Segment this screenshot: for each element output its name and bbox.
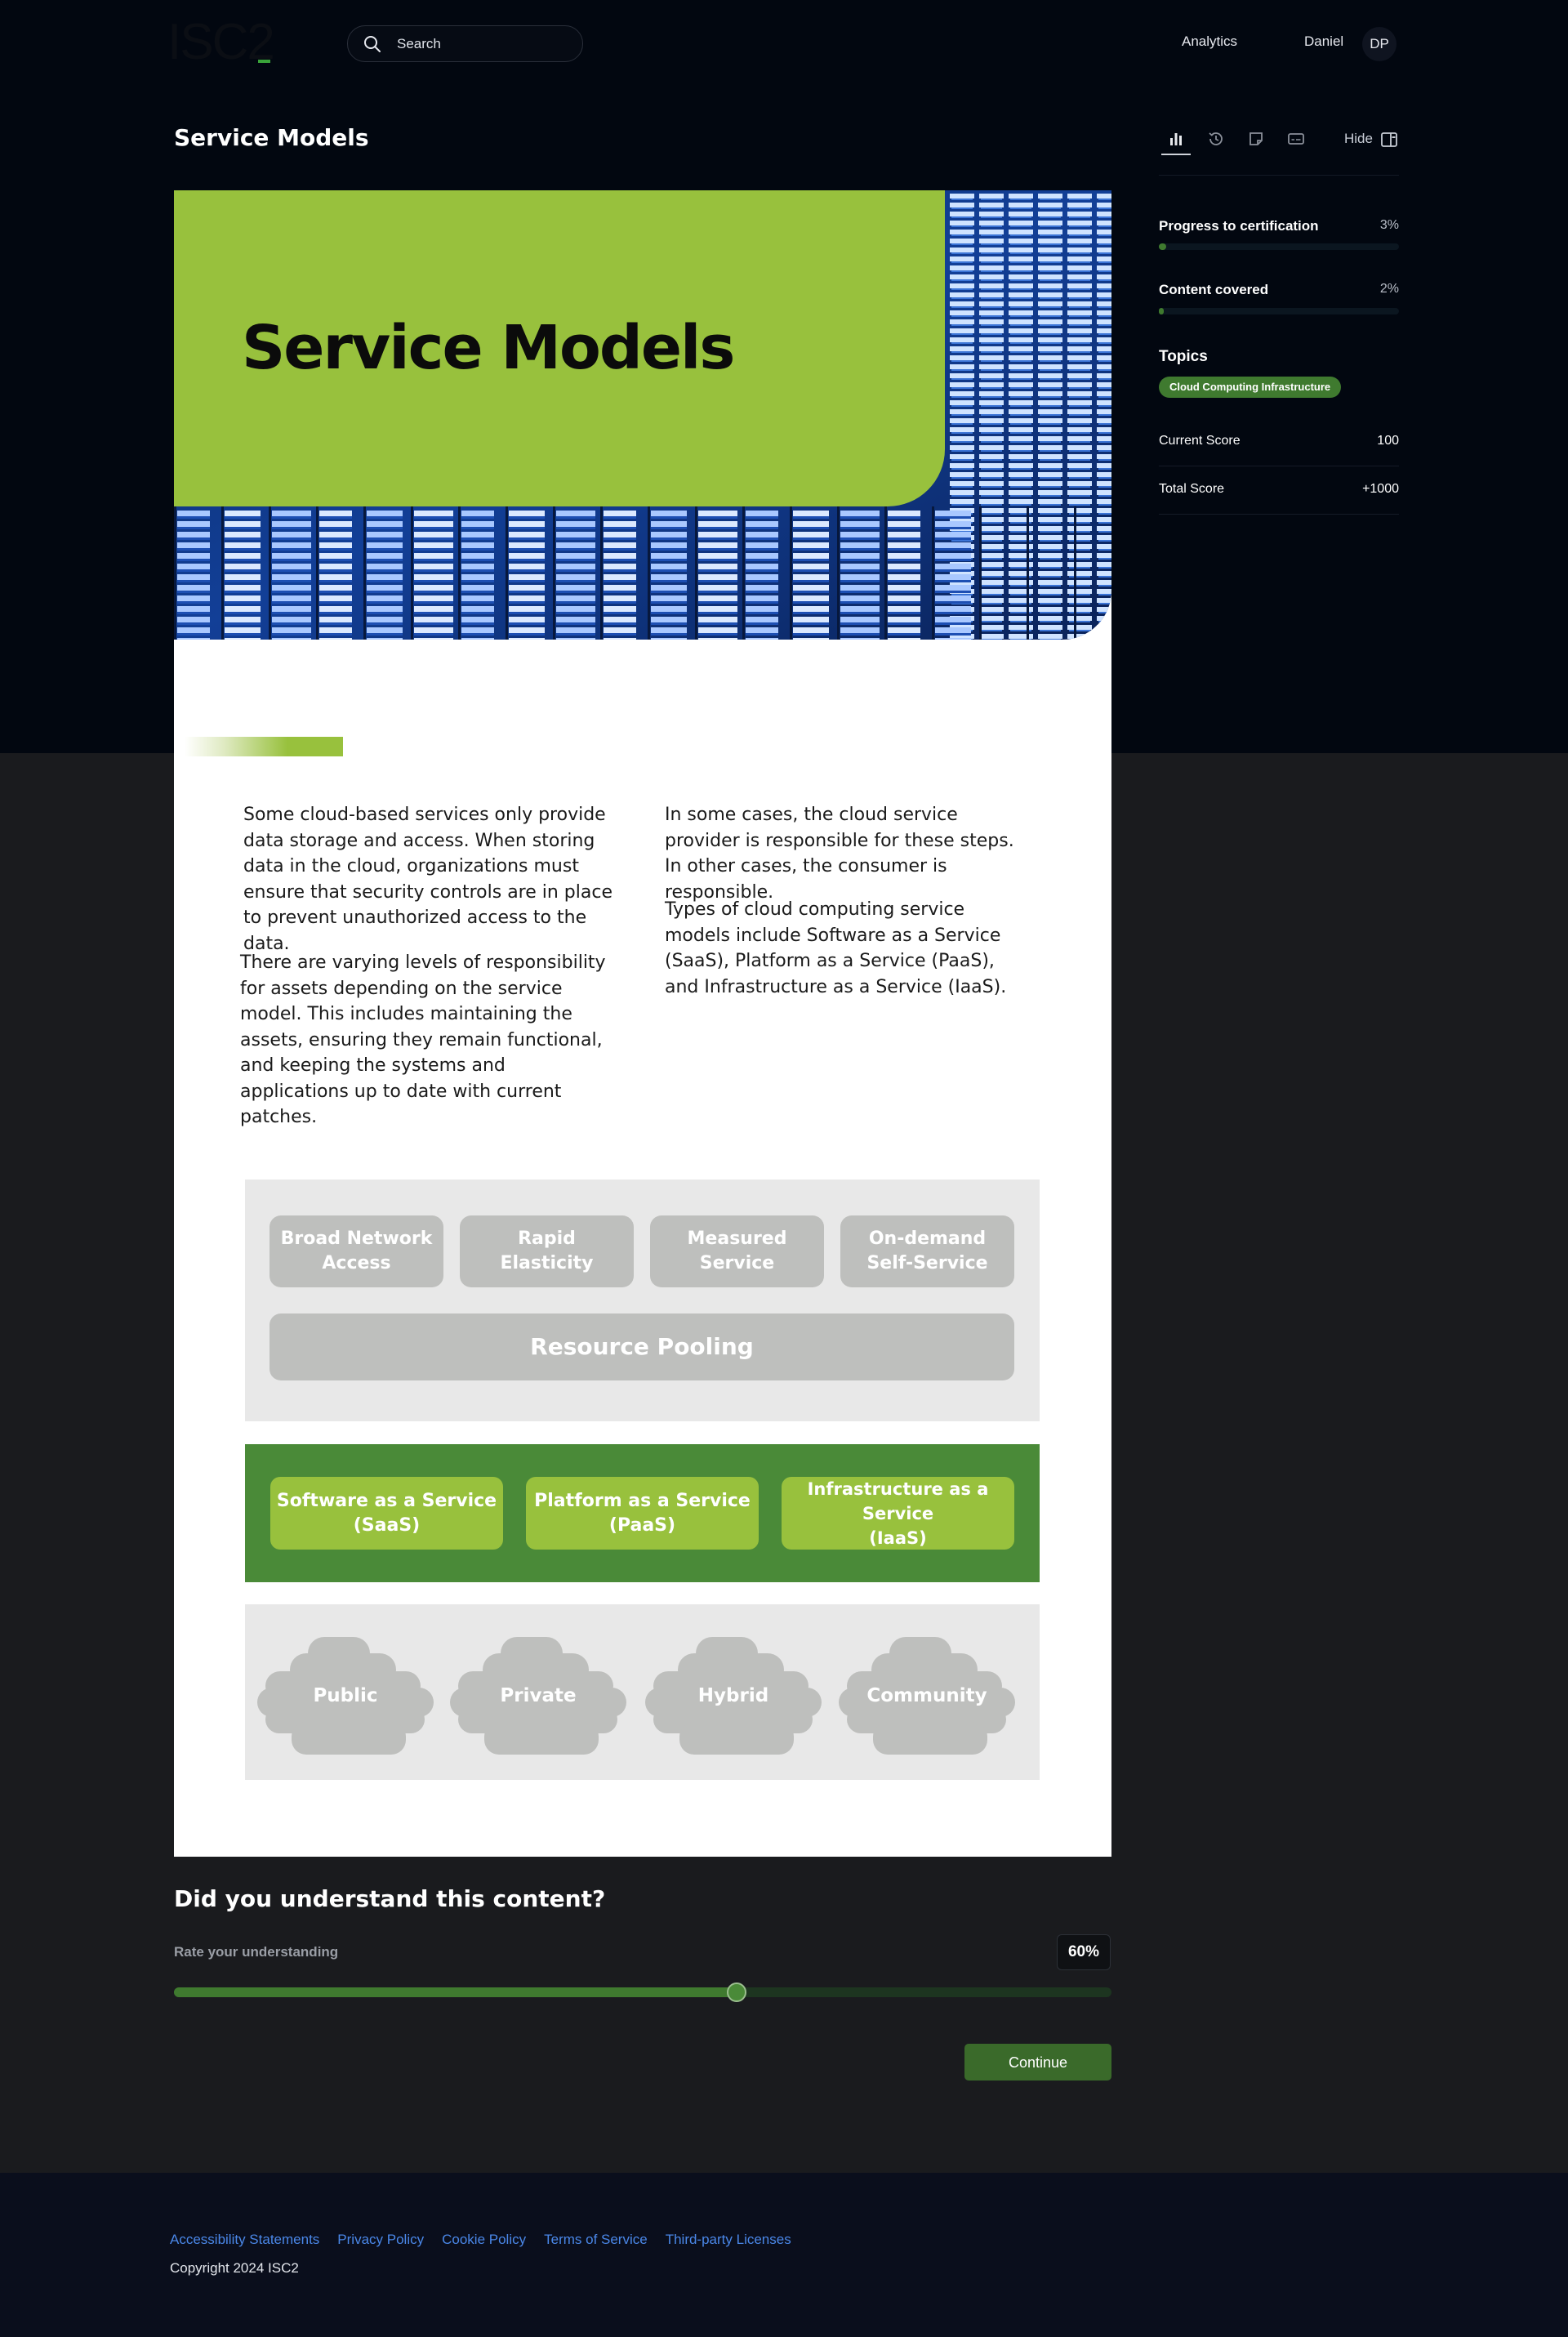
footer-link-accessibility[interactable]: Accessibility Statements	[170, 2232, 319, 2248]
progress-value: 3%	[1379, 218, 1399, 232]
understanding-question: Did you understand this content?	[174, 1885, 606, 1912]
content-covered-bar-fill	[1159, 308, 1164, 314]
footer-link-privacy[interactable]: Privacy Policy	[337, 2232, 424, 2248]
characteristic-label: Elasticity	[500, 1253, 594, 1273]
footer: Accessibility Statements Privacy Policy …	[0, 2173, 1568, 2337]
footer-link-third-party[interactable]: Third-party Licenses	[666, 2232, 791, 2248]
content-covered-bar	[1159, 308, 1399, 314]
cloud-hybrid: Hybrid	[645, 1637, 822, 1755]
logo-accent	[258, 60, 270, 63]
search-box[interactable]	[347, 25, 583, 62]
cloud-community: Community	[839, 1637, 1015, 1755]
cloud-private: Private	[450, 1637, 626, 1755]
progress-bar	[1159, 243, 1399, 250]
service-model-label: Platform as a Service	[534, 1490, 751, 1511]
service-model-label: (SaaS)	[353, 1514, 421, 1536]
paragraph-4: Types of cloud computing service models …	[665, 899, 1007, 997]
service-model-saas: Software as a Service (SaaS)	[270, 1477, 503, 1550]
characteristic-label: Access	[322, 1253, 391, 1273]
active-tool-indicator	[1161, 154, 1191, 155]
service-models-panel: Software as a Service (SaaS) Platform as …	[245, 1444, 1040, 1582]
rating-value[interactable]: 60%	[1057, 1934, 1111, 1970]
progress-label: Progress to certification	[1159, 218, 1319, 234]
content-covered-label: Content covered	[1159, 282, 1269, 297]
cloud-public: Public	[257, 1637, 434, 1755]
search-icon	[364, 36, 381, 52]
characteristic-label: Rapid	[518, 1229, 576, 1249]
characteristic-measured-service: Measured Service	[650, 1215, 824, 1287]
cloud-label: Private	[500, 1685, 577, 1706]
page-title: Service Models	[174, 124, 369, 151]
total-score-label: Total Score	[1159, 482, 1225, 496]
service-model-paas: Platform as a Service (PaaS)	[526, 1477, 759, 1550]
content-card: Service Models Some cloud-based services…	[174, 190, 1111, 1857]
slider-fill	[174, 1987, 737, 1997]
user-name[interactable]: Daniel	[1304, 33, 1343, 50]
hide-panel-label[interactable]: Hide	[1344, 131, 1373, 147]
search-input[interactable]	[395, 26, 575, 61]
cloud-label: Hybrid	[697, 1685, 769, 1706]
paragraph-3: In some cases, the cloud service provide…	[665, 805, 1014, 903]
characteristic-on-demand-self-service: On-demand Self-Service	[840, 1215, 1014, 1287]
footer-links: Accessibility Statements Privacy Policy …	[170, 2232, 791, 2248]
topics-label: Topics	[1159, 348, 1208, 365]
nav-analytics[interactable]: Analytics	[1182, 33, 1237, 50]
slider-handle[interactable]	[726, 1982, 746, 2002]
accent-bar	[185, 737, 343, 756]
service-model-iaas: Infrastructure as a Service (IaaS)	[782, 1477, 1014, 1550]
hero-title: Service Models	[242, 313, 735, 383]
service-model-label: Software as a Service	[276, 1490, 497, 1511]
app-header: ISC2 Analytics Daniel DP	[0, 0, 1568, 87]
characteristics-panel: Broad Network Access Rapid Elasticity Meas…	[245, 1180, 1040, 1421]
service-model-label: (PaaS)	[608, 1514, 676, 1536]
total-score-value: +1000	[1362, 482, 1399, 496]
sidebar-toggle-icon[interactable]	[1379, 130, 1399, 149]
footer-link-cookie[interactable]: Cookie Policy	[442, 2232, 526, 2248]
cloud-label: Community	[866, 1685, 987, 1706]
paragraph-2: There are varying levels of responsibili…	[240, 952, 606, 1127]
current-score-label: Current Score	[1159, 434, 1241, 448]
current-score-row: Current Score 100	[1159, 418, 1399, 466]
note-icon[interactable]	[1245, 127, 1267, 150]
history-icon[interactable]	[1205, 127, 1227, 150]
hero-banner: Service Models	[174, 190, 1111, 640]
resource-pooling: Resource Pooling	[270, 1313, 1014, 1380]
deployment-models-panel: Public Private Hybrid Community	[245, 1604, 1040, 1780]
characteristic-broad-network-access: Broad Network Access	[270, 1215, 443, 1287]
copyright: Copyright 2024 ISC2	[170, 2260, 299, 2276]
characteristic-label: Measured	[687, 1229, 787, 1249]
toolbar-divider	[1159, 175, 1399, 176]
continue-button[interactable]: Continue	[964, 2044, 1111, 2081]
characteristic-rapid-elasticity: Rapid Elasticity	[460, 1215, 634, 1287]
characteristic-label: Service	[699, 1253, 775, 1273]
service-model-label: Infrastructure as a Service	[807, 1478, 989, 1523]
understanding-slider[interactable]	[174, 1982, 1111, 2002]
progress-bar-fill	[1159, 243, 1166, 250]
rate-label: Rate your understanding	[174, 1944, 339, 1960]
characteristic-label: Self-Service	[866, 1253, 988, 1273]
transcript-icon[interactable]	[1285, 127, 1307, 150]
bar-chart-icon[interactable]	[1165, 127, 1187, 150]
paragraph-1: Some cloud-based services only provide d…	[243, 805, 612, 954]
cloud-label: Public	[313, 1685, 378, 1706]
current-score-value: 100	[1377, 434, 1399, 448]
characteristic-label: On-demand	[868, 1229, 987, 1249]
content-covered-value: 2%	[1379, 282, 1399, 296]
topic-chip[interactable]: Cloud Computing Infrastructure	[1159, 377, 1342, 398]
total-score-row: Total Score +1000	[1159, 466, 1399, 515]
avatar[interactable]: DP	[1362, 27, 1396, 61]
service-model-label: (IaaS)	[869, 1528, 927, 1548]
characteristic-label: Broad Network	[280, 1229, 433, 1249]
footer-link-terms[interactable]: Terms of Service	[544, 2232, 648, 2248]
